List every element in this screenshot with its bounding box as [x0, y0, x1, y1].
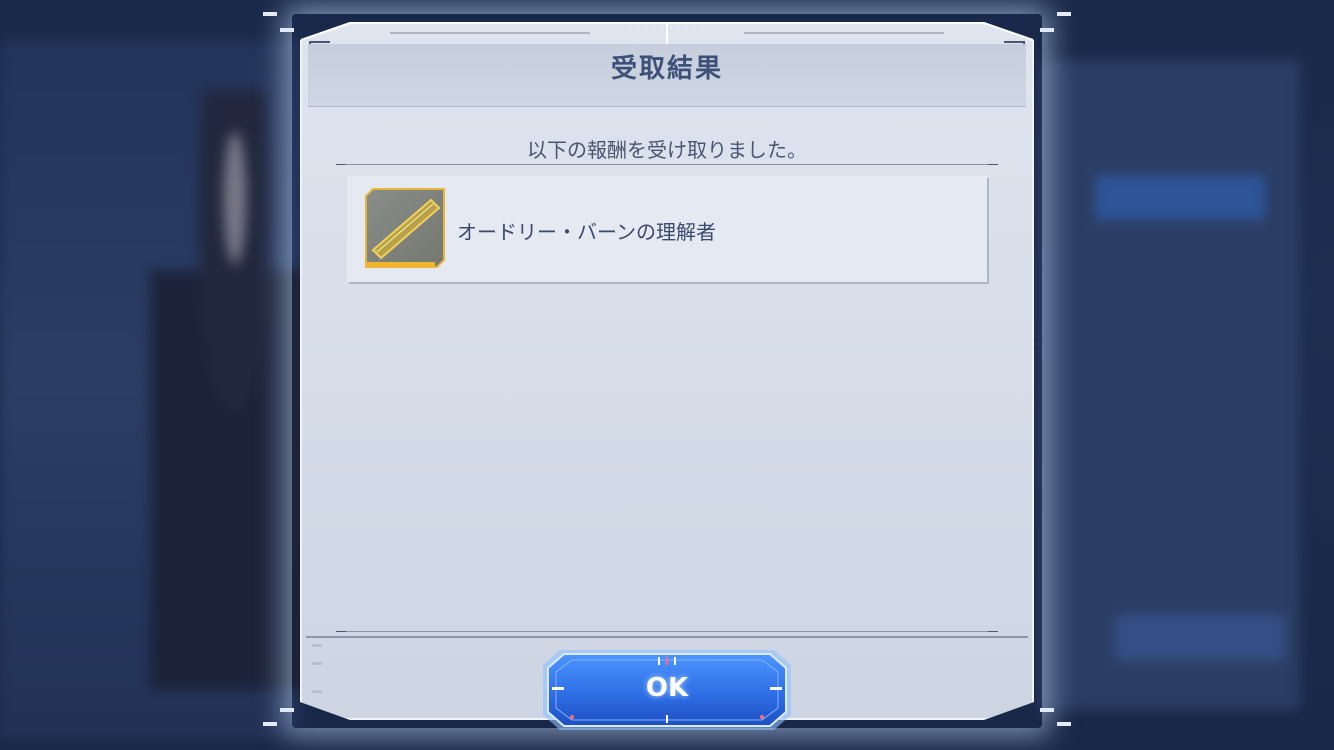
frame-corner-mark — [1057, 12, 1071, 16]
divider-tick — [988, 631, 998, 632]
reward-result-dialog: 受取結果 以下の報酬を受け取りました。 オードリー・バーンの理解者 OK — [300, 22, 1034, 730]
frame-corner-mark — [1040, 708, 1054, 712]
dialog-title: 受取結果 — [610, 54, 723, 84]
frame-corner-mark — [263, 722, 277, 726]
frame-corner-mark — [263, 12, 277, 16]
divider-top — [336, 164, 998, 165]
game-screen: 受取結果 以下の報酬を受け取りました。 オードリー・バーンの理解者 OK — [0, 0, 1334, 750]
ok-button[interactable]: OK — [542, 649, 792, 731]
reward-item-name: オードリー・バーンの理解者 — [457, 220, 716, 244]
divider-tick — [336, 164, 346, 165]
reward-list-item: オードリー・バーンの理解者 — [347, 176, 987, 282]
ok-button-label: OK — [645, 673, 689, 703]
dialog-panel — [300, 22, 1034, 720]
divider-tick — [988, 164, 998, 165]
divider-tick — [336, 631, 346, 632]
gold-title-plate-icon — [365, 188, 445, 268]
dialog-message: 以下の報酬を受け取りました。 — [527, 138, 807, 162]
frame-corner-mark — [1057, 722, 1071, 726]
divider-bottom — [336, 631, 998, 632]
frame-corner-mark — [1040, 28, 1054, 32]
